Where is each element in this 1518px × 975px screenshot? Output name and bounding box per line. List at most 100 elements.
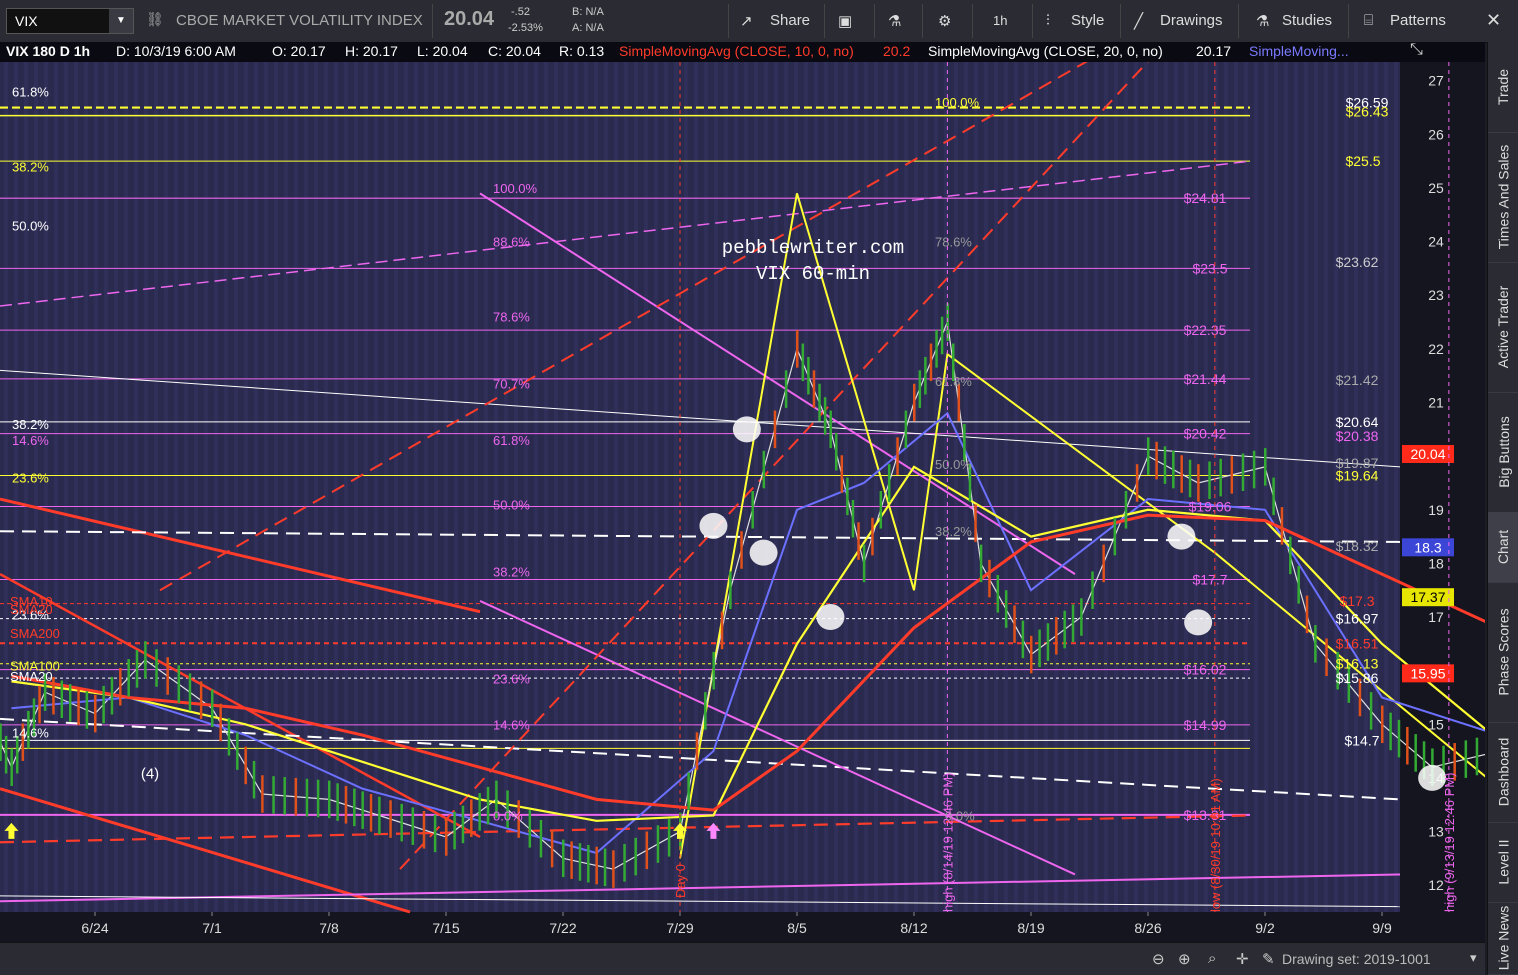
timeframe-button[interactable]: 1h: [993, 13, 1007, 28]
candle: [486, 786, 490, 825]
session-stripe: [1334, 62, 1338, 912]
tab-active-trader[interactable]: Active Trader: [1488, 262, 1518, 393]
candle: [236, 732, 239, 770]
session-stripe: [904, 62, 908, 912]
candle: [846, 477, 849, 516]
sma-more-label[interactable]: SimpleMoving...: [1249, 43, 1349, 59]
zoom-in-icon[interactable]: ⊕: [1178, 950, 1191, 968]
sma10-label[interactable]: SimpleMovingAvg (CLOSE, 10, 0, no): [619, 43, 854, 59]
candle: [871, 517, 874, 556]
style-icon[interactable]: ⫶: [1046, 12, 1050, 29]
tab-level-ii[interactable]: Level II: [1488, 822, 1518, 903]
link-icon[interactable]: ⛓: [146, 11, 164, 28]
candle: [612, 850, 615, 888]
candle: [1325, 638, 1328, 677]
candle: [687, 772, 690, 811]
crosshair-icon[interactable]: ✛: [1236, 950, 1249, 968]
tab-phase-scores[interactable]: Phase Scores: [1488, 582, 1518, 723]
sma20-label[interactable]: SimpleMovingAvg (CLOSE, 20, 0, no): [928, 43, 1163, 59]
session-stripe: [614, 62, 618, 912]
expand-icon[interactable]: ⤡: [1410, 41, 1423, 59]
tab-trade[interactable]: Trade: [1488, 42, 1518, 133]
drawing-set-label[interactable]: Drawing set: 2019-1001: [1282, 951, 1431, 967]
candle: [1208, 461, 1211, 500]
session-stripe: [194, 62, 198, 912]
candle: [227, 718, 231, 756]
gear-icon[interactable]: ⚙: [938, 12, 951, 30]
session-stripe: [4, 62, 8, 912]
session-stripe: [1384, 62, 1388, 912]
candle: [570, 841, 573, 879]
candle: [801, 343, 805, 382]
symbol-selector[interactable]: VIX ▼: [6, 8, 134, 34]
drawings-button[interactable]: Drawings: [1160, 12, 1223, 29]
chevron-down-icon[interactable]: ▼: [109, 9, 133, 33]
level-price-label: $19.64: [1336, 467, 1379, 483]
candle: [188, 673, 192, 711]
candle: [470, 799, 473, 837]
sma-label: SMA200: [10, 626, 60, 641]
candle: [1406, 726, 1409, 765]
tab-chart[interactable]: Chart: [1488, 512, 1518, 583]
level-price-label: $21.42: [1336, 372, 1379, 388]
quote-icon[interactable]: ▣: [838, 12, 852, 30]
candle: [751, 491, 754, 529]
session-stripe: [564, 62, 568, 912]
candle: [16, 735, 19, 774]
candle: [1397, 719, 1401, 758]
tab-big-buttons[interactable]: Big Buttons: [1488, 392, 1518, 513]
candle: [378, 796, 381, 835]
session-stripe: [1354, 62, 1358, 912]
fib-label-mid: 70.7%: [493, 377, 530, 392]
patterns-button[interactable]: Patterns: [1390, 12, 1446, 29]
candle: [1252, 450, 1256, 489]
tab-label: Times And Sales: [1495, 144, 1512, 250]
candle: [1272, 477, 1275, 516]
fib-label-right: 61.8%: [935, 374, 972, 389]
close-icon[interactable]: ✕: [1486, 10, 1501, 31]
price-tag-label: 15.95: [1410, 665, 1445, 681]
fib-label-right: 38.2%: [935, 524, 972, 539]
session-stripe: [644, 62, 648, 912]
session-stripe: [1094, 62, 1098, 912]
candle: [85, 691, 89, 729]
style-button[interactable]: Style: [1071, 12, 1104, 29]
studies-button[interactable]: Studies: [1282, 12, 1332, 29]
candle: [1475, 737, 1479, 776]
magnifier-icon[interactable]: ⌕: [1208, 950, 1216, 967]
candle: [400, 803, 403, 842]
chart-canvas[interactable]: 6/24 7/1 7/8 7/15 7/22 7/29 8/5 8/12 8/19 8/26 9/2…: [0, 62, 1485, 942]
session-stripe: [804, 62, 808, 912]
candle: [1172, 450, 1175, 489]
session-stripe: [664, 62, 668, 912]
session-stripe: [84, 62, 88, 912]
chevron-down-icon[interactable]: ▾: [1470, 950, 1477, 966]
tab-live-news[interactable]: Live News: [1488, 902, 1518, 975]
tab-label: Live News: [1495, 905, 1512, 971]
session-stripe: [1164, 62, 1168, 912]
tab-times-and-sales[interactable]: Times And Sales: [1488, 132, 1518, 263]
study-info-bar: VIX 180 D 1h D: 10/3/19 6:00 AM O: 20.17…: [0, 41, 1485, 62]
level-price-label: $24.81: [1184, 190, 1227, 206]
flask-icon[interactable]: ⚗: [888, 12, 901, 30]
candle: [539, 819, 543, 858]
symbol-description: CBOE MARKET VOLATILITY INDEX: [176, 12, 423, 29]
y-tick-label: 25: [1428, 180, 1444, 196]
level-price-label: $14.99: [1184, 717, 1227, 733]
x-tick-label: 7/8: [319, 920, 339, 936]
fib-label-mid: 61.8%: [493, 433, 530, 448]
candle: [453, 811, 456, 850]
zoom-out-icon[interactable]: ⊖: [1152, 950, 1165, 968]
candle: [935, 330, 938, 368]
candle: [587, 844, 590, 883]
candle: [695, 732, 699, 770]
share-icon[interactable]: ↗: [740, 12, 753, 30]
tab-label: Big Buttons: [1495, 416, 1512, 488]
patterns-icon[interactable]: ⌸: [1364, 12, 1373, 29]
share-button[interactable]: Share: [770, 12, 810, 29]
tab-dashboard[interactable]: Dashboard: [1488, 722, 1518, 823]
studies-icon[interactable]: ⚗: [1256, 12, 1269, 30]
pencil-icon[interactable]: ✎: [1262, 950, 1275, 968]
level-price-label: $20.38: [1336, 428, 1379, 444]
drawings-icon[interactable]: ╱: [1134, 12, 1143, 30]
